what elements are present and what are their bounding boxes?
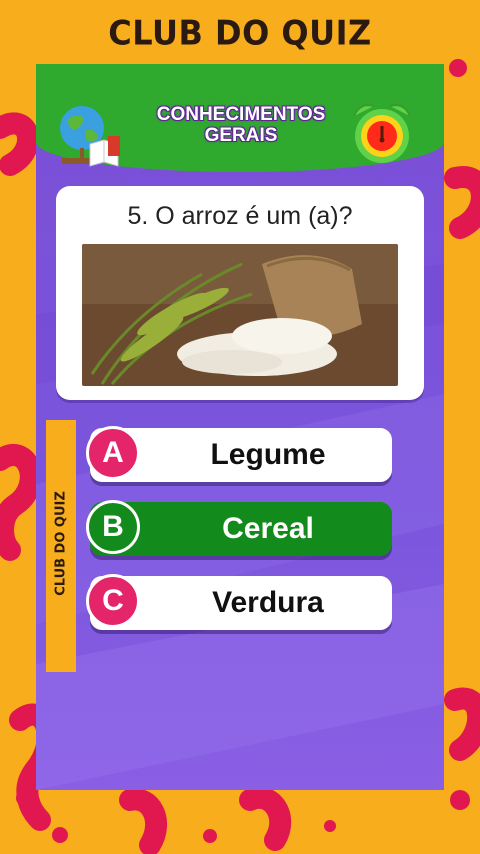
side-brand-strip: CLUB DO QUIZ (46, 420, 76, 672)
answer-option-c[interactable]: C Verdura (86, 574, 392, 630)
answer-option-a[interactable]: A Legume (86, 426, 392, 482)
category-title-line2: GERAIS (204, 125, 278, 146)
answer-option-b[interactable]: B Cereal (86, 500, 392, 556)
answer-letter-badge: C (86, 574, 140, 628)
card-background-bands (36, 264, 444, 790)
alarm-clock-icon (353, 104, 411, 163)
category-title: CONHECIMENTOS GERAIS (136, 104, 346, 146)
side-brand-label: CLUB DO QUIZ (53, 491, 69, 596)
question-text: 5. O arroz é um (a)? (127, 202, 353, 230)
globe-books-icon (60, 106, 120, 167)
category-title-line1: CONHECIMENTOS (156, 104, 326, 125)
answer-text: Verdura (212, 586, 324, 619)
answer-letter-badge: A (86, 426, 140, 480)
brand-title: CLUB DO QUIZ (108, 13, 372, 53)
quiz-card: CONHECIMENTOS GERAIS 5. O arroz é um (a)… (36, 64, 444, 790)
answer-text: Cereal (222, 512, 314, 545)
answer-letter-badge: B (86, 500, 140, 554)
question-box: 5. O arroz é um (a)? (56, 186, 424, 400)
answer-text: Legume (210, 438, 326, 471)
rice-image (82, 244, 398, 386)
